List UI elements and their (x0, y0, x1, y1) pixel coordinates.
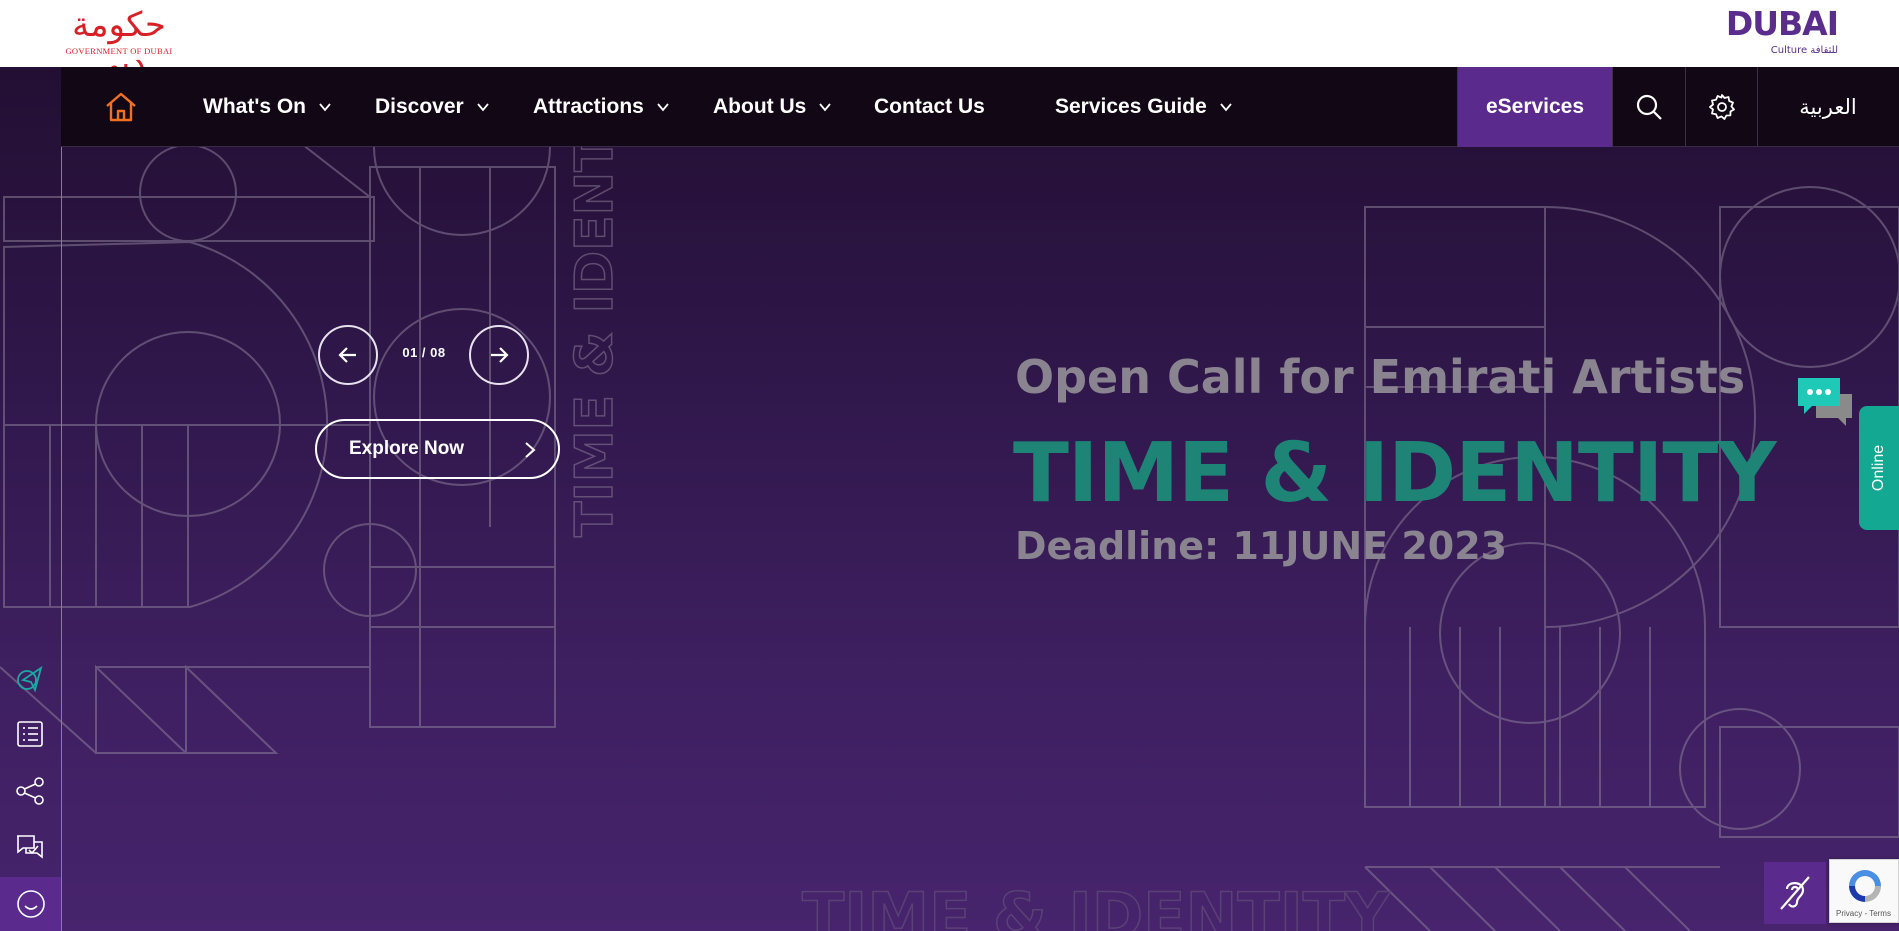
slider-next-button[interactable] (469, 325, 529, 385)
recaptcha-badge[interactable]: Privacy - Terms (1829, 859, 1899, 923)
chevron-down-icon (477, 103, 489, 112)
hero-title: TIME & IDENTITY (1013, 426, 1777, 521)
gear-icon (1709, 94, 1735, 120)
nav-about-us-label: About Us (713, 95, 807, 118)
chevron-right-icon (525, 442, 536, 458)
nav-attractions[interactable]: Attractions (533, 67, 670, 147)
smiley-icon (16, 890, 45, 918)
feedback-chat-icon[interactable] (12, 830, 48, 866)
chevron-down-icon (819, 103, 832, 112)
nav-about-us[interactable]: About Us (713, 67, 832, 147)
slider-prev-button[interactable] (318, 325, 378, 385)
nav-discover[interactable]: Discover (375, 67, 490, 147)
search-button[interactable] (1613, 67, 1685, 147)
hero-subtitle: Open Call for Emirati Artists (1015, 350, 1746, 404)
nav-attractions-label: Attractions (533, 95, 644, 118)
chevron-down-icon (1220, 103, 1232, 112)
explore-now-label: Explore Now (349, 438, 465, 459)
live-chat-icon[interactable] (1796, 376, 1854, 428)
hero-deadline: Deadline: 11JUNE 2023 (1015, 524, 1508, 568)
hearing-assist-icon (1780, 876, 1810, 910)
nav-contact-us[interactable]: Contact Us (874, 67, 985, 147)
language-switch-arabic[interactable]: العربية (1757, 67, 1899, 147)
online-chat-tab[interactable]: Online (1859, 406, 1899, 530)
nav-services-guide[interactable]: Services Guide (1055, 67, 1233, 147)
share-icon[interactable] (12, 773, 48, 809)
government-of-dubai-logo[interactable]: حكومة دبي GOVERNMENT OF DUBAI (58, 5, 180, 83)
gov-logo-english: GOVERNMENT OF DUBAI (65, 46, 173, 56)
online-label: Online (1870, 444, 1887, 492)
dubai-culture-logo[interactable]: DUBAI Culture للثقافة (1726, 6, 1840, 58)
send-icon[interactable] (12, 661, 48, 697)
gov-logo-arabic: حكومة دبي (72, 5, 166, 83)
explore-now-button[interactable]: Explore Now (315, 419, 560, 479)
left-rail-divider (61, 67, 62, 931)
recaptcha-icon (1849, 870, 1881, 902)
slide-counter: 01 / 08 (402, 345, 446, 360)
chevron-down-icon (319, 103, 331, 112)
search-icon (1636, 94, 1662, 120)
nav-whats-on[interactable]: What's On (203, 67, 332, 147)
accessibility-button[interactable] (1764, 862, 1826, 924)
home-icon[interactable] (103, 89, 139, 125)
top-header: حكومة دبي GOVERNMENT OF DUBAI DUBAI Cult… (0, 0, 1899, 83)
main-navigation: What's On Discover Attractions About Us … (61, 67, 1899, 147)
dubai-culture-logo-word: DUBAI (1725, 4, 1839, 43)
arrow-left-icon (338, 347, 356, 363)
nav-discover-label: Discover (375, 95, 464, 118)
nav-services-guide-label: Services Guide (1055, 95, 1207, 118)
eservices-button[interactable]: eServices (1458, 67, 1612, 147)
dubai-culture-logo-sub: Culture للثقافة (1770, 45, 1838, 56)
chevron-down-icon (657, 103, 669, 112)
nav-contact-us-label: Contact Us (874, 95, 985, 118)
rail-bottom-smiley-button[interactable] (0, 877, 61, 931)
recaptcha-terms[interactable]: Privacy - Terms (1836, 909, 1891, 918)
nav-whats-on-label: What's On (203, 95, 306, 118)
list-icon[interactable] (12, 716, 48, 752)
settings-button[interactable] (1686, 67, 1758, 147)
svg-text:TIME & IDENTITY: TIME & IDENTITY (802, 879, 1391, 931)
arrow-right-icon (491, 347, 509, 363)
